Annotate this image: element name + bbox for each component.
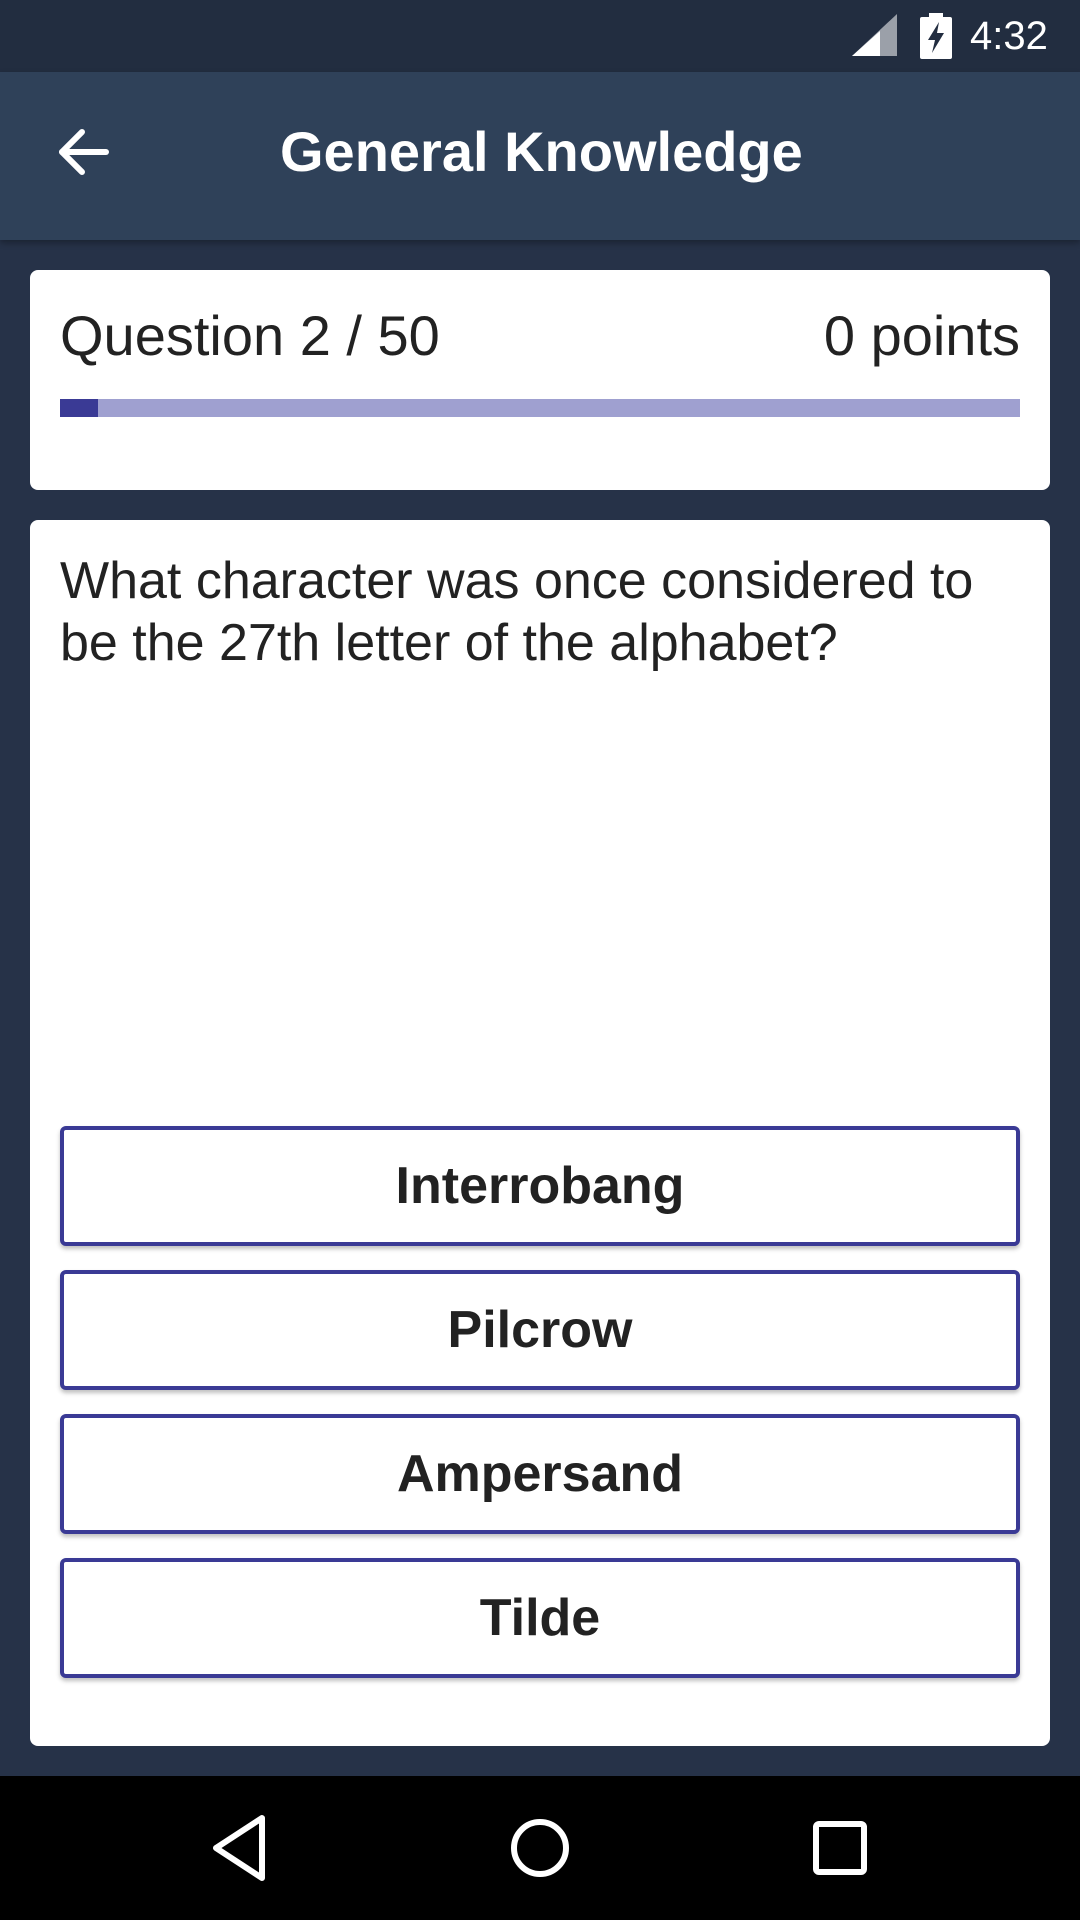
points-label: 0 points (823, 304, 1020, 367)
back-triangle-icon[interactable] (200, 1808, 280, 1888)
answer-button-pilcrow[interactable]: Pilcrow (60, 1270, 1020, 1390)
recents-square-icon[interactable] (800, 1808, 880, 1888)
answer-button-tilde[interactable]: Tilde (60, 1558, 1020, 1678)
battery-charging-icon (920, 13, 952, 59)
back-button[interactable] (44, 112, 124, 192)
page-title: General Knowledge (280, 120, 803, 183)
status-bar: 4:32 (0, 0, 1080, 72)
home-circle-icon[interactable] (500, 1808, 580, 1888)
navigation-bar (0, 1776, 1080, 1920)
question-card: What character was once considered to be… (30, 520, 1050, 1746)
answer-button-ampersand[interactable]: Ampersand (60, 1414, 1020, 1534)
progress-card: Question 2 / 50 0 points (30, 270, 1050, 490)
status-time: 4:32 (970, 14, 1048, 58)
answer-button-interrobang[interactable]: Interrobang (60, 1126, 1020, 1246)
question-text: What character was once considered to be… (60, 552, 974, 672)
cell-signal-icon (852, 14, 897, 56)
arrow-back-icon (59, 129, 109, 175)
progress-bar (60, 399, 1020, 417)
app-bar: General Knowledge (0, 72, 1080, 240)
question-counter: Question 2 / 50 (60, 304, 440, 367)
progress-bar-fill (60, 399, 98, 417)
